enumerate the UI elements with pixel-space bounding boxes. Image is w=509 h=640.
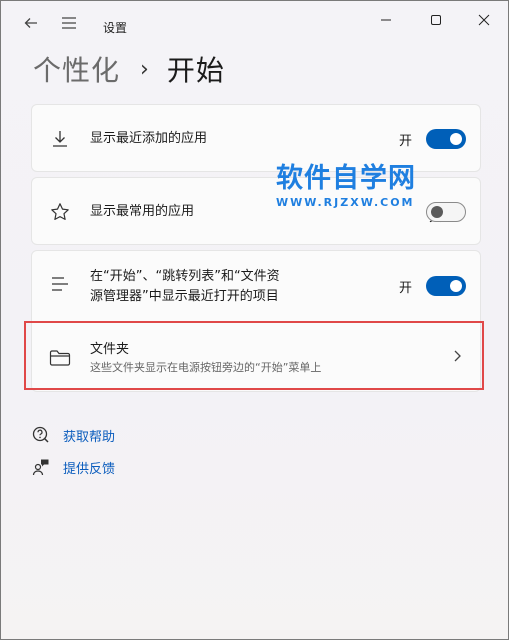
star-icon [48, 200, 72, 224]
help-icon [31, 425, 51, 445]
window-title: 设置 [103, 21, 128, 35]
hamburger-menu-icon[interactable] [55, 9, 83, 37]
setting-label: 显示最常用的应用 [90, 204, 195, 219]
minimize-button[interactable] [363, 1, 409, 39]
folders-title: 文件夹 [90, 342, 130, 357]
page-title: 开始 [166, 54, 225, 87]
feedback-icon [31, 457, 51, 477]
toggle-knob [450, 280, 462, 292]
toggle-state-label: 开 [399, 134, 413, 149]
setting-label-line2: 源管理器”中显示最近打开的项目 [90, 289, 279, 304]
breadcrumb: 个性化 › 开始 [33, 49, 225, 89]
title-bar: 设置 [1, 1, 508, 47]
breadcrumb-separator: › [140, 56, 149, 82]
most-used-toggle[interactable] [426, 202, 466, 222]
setting-most-used-apps: 显示最常用的应用 关 [31, 177, 481, 245]
recently-added-toggle[interactable] [426, 129, 466, 149]
download-icon [48, 127, 72, 151]
get-help-link[interactable]: 获取帮助 [31, 425, 115, 445]
setting-label-line1: 在“开始”、“跳转列表”和“文件资 [90, 269, 280, 284]
back-arrow-icon[interactable] [17, 9, 45, 37]
recent-items-toggle[interactable] [426, 276, 466, 296]
give-feedback-label[interactable]: 提供反馈 [63, 458, 115, 477]
folders-row[interactable]: 文件夹 这些文件夹显示在电源按钮旁边的“开始”菜单上 [32, 322, 480, 392]
close-button[interactable] [461, 1, 507, 39]
list-lines-icon [48, 272, 72, 296]
setting-label: 在“开始”、“跳转列表”和“文件资 源管理器”中显示最近打开的项目 [90, 267, 280, 307]
get-help-label[interactable]: 获取帮助 [63, 426, 115, 445]
toggle-knob [431, 206, 443, 218]
chevron-right-icon [452, 348, 462, 367]
folders-text: 文件夹 这些文件夹显示在电源按钮旁边的“开始”菜单上 [90, 340, 321, 376]
breadcrumb-parent[interactable]: 个性化 [33, 49, 120, 89]
give-feedback-link[interactable]: 提供反馈 [31, 457, 115, 477]
toggle-knob [450, 133, 462, 145]
folders-subtitle: 这些文件夹显示在电源按钮旁边的“开始”菜单上 [90, 361, 322, 374]
maximize-button[interactable] [413, 1, 459, 39]
toggle-state-label: 开 [399, 281, 413, 296]
setting-label: 显示最近添加的应用 [90, 131, 208, 146]
folder-icon [48, 346, 72, 370]
setting-recently-added-apps: 显示最近添加的应用 开 [31, 104, 481, 172]
setting-group-recent-items: 在“开始”、“跳转列表”和“文件资 源管理器”中显示最近打开的项目 开 文件夹 … [31, 250, 481, 392]
settings-window: 设置 个性化 › 开始 显示最近添加的应用 开 显示最常用的应用 关 [0, 0, 509, 640]
